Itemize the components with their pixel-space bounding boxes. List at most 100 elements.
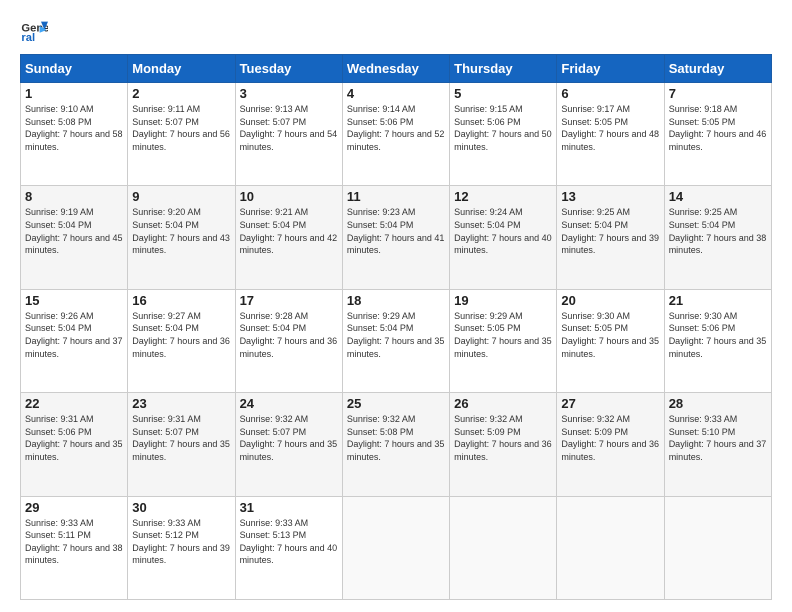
day-number: 21 [669,293,767,308]
calendar-cell [450,496,557,599]
cell-content: Sunrise: 9:26 AMSunset: 5:04 PMDaylight:… [25,310,123,360]
cell-content: Sunrise: 9:21 AMSunset: 5:04 PMDaylight:… [240,206,338,256]
calendar-cell: 29 Sunrise: 9:33 AMSunset: 5:11 PMDayligh… [21,496,128,599]
day-number: 24 [240,396,338,411]
day-number: 18 [347,293,445,308]
weekday-header: Friday [557,55,664,83]
cell-content: Sunrise: 9:32 AMSunset: 5:08 PMDaylight:… [347,413,445,463]
calendar-cell: 11 Sunrise: 9:23 AMSunset: 5:04 PMDayligh… [342,186,449,289]
calendar-cell [557,496,664,599]
day-number: 5 [454,86,552,101]
cell-content: Sunrise: 9:27 AMSunset: 5:04 PMDaylight:… [132,310,230,360]
cell-content: Sunrise: 9:32 AMSunset: 5:09 PMDaylight:… [454,413,552,463]
calendar-cell: 14 Sunrise: 9:25 AMSunset: 5:04 PMDayligh… [664,186,771,289]
day-number: 26 [454,396,552,411]
cell-content: Sunrise: 9:19 AMSunset: 5:04 PMDaylight:… [25,206,123,256]
calendar-cell: 12Sunrise: 9:24 AMSunset: 5:04 PMDayligh… [450,186,557,289]
logo-icon: Gene ral [20,16,48,44]
day-number: 14 [669,189,767,204]
calendar-week-row: 15 Sunrise: 9:26 AMSunset: 5:04 PMDayligh… [21,289,772,392]
day-number: 7 [669,86,767,101]
day-number: 22 [25,396,123,411]
calendar-week-row: 22 Sunrise: 9:31 AMSunset: 5:06 PMDayligh… [21,393,772,496]
day-number: 19 [454,293,552,308]
day-number: 28 [669,396,767,411]
cell-content: Sunrise: 9:32 AMSunset: 5:07 PMDaylight:… [240,413,338,463]
cell-content: Sunrise: 9:30 AMSunset: 5:06 PMDaylight:… [669,310,767,360]
cell-content: Sunrise: 9:25 AMSunset: 5:04 PMDaylight:… [561,206,659,256]
calendar-cell: 19 Sunrise: 9:29 AMSunset: 5:05 PMDayligh… [450,289,557,392]
day-number: 1 [25,86,123,101]
weekday-header: Wednesday [342,55,449,83]
calendar-cell: 13Sunrise: 9:25 AMSunset: 5:04 PMDayligh… [557,186,664,289]
cell-content: Sunrise: 9:15 AMSunset: 5:06 PMDaylight:… [454,103,552,153]
calendar-cell: 30Sunrise: 9:33 AMSunset: 5:12 PMDayligh… [128,496,235,599]
cell-content: Sunrise: 9:29 AMSunset: 5:05 PMDaylight:… [454,310,552,360]
cell-content: Sunrise: 9:33 AMSunset: 5:10 PMDaylight:… [669,413,767,463]
calendar-week-row: 29 Sunrise: 9:33 AMSunset: 5:11 PMDayligh… [21,496,772,599]
cell-content: Sunrise: 9:20 AMSunset: 5:04 PMDaylight:… [132,206,230,256]
day-number: 30 [132,500,230,515]
weekday-header: Sunday [21,55,128,83]
cell-content: Sunrise: 9:13 AMSunset: 5:07 PMDaylight:… [240,103,338,153]
calendar-body: 1 Sunrise: 9:10 AMSunset: 5:08 PMDaylight… [21,83,772,600]
svg-text:ral: ral [21,32,35,44]
cell-content: Sunrise: 9:30 AMSunset: 5:05 PMDaylight:… [561,310,659,360]
cell-content: Sunrise: 9:33 AMSunset: 5:11 PMDaylight:… [25,517,123,567]
calendar-cell: 31 Sunrise: 9:33 AMSunset: 5:13 PMDayligh… [235,496,342,599]
calendar-cell: 7 Sunrise: 9:18 AMSunset: 5:05 PMDaylight… [664,83,771,186]
calendar-cell: 23 Sunrise: 9:31 AMSunset: 5:07 PMDayligh… [128,393,235,496]
day-number: 3 [240,86,338,101]
day-number: 23 [132,396,230,411]
calendar-cell [664,496,771,599]
day-number: 9 [132,189,230,204]
cell-content: Sunrise: 9:24 AMSunset: 5:04 PMDaylight:… [454,206,552,256]
page: Gene ral SundayMondayTuesdayWednesdayThu… [0,0,792,612]
cell-content: Sunrise: 9:28 AMSunset: 5:04 PMDaylight:… [240,310,338,360]
day-number: 10 [240,189,338,204]
day-number: 20 [561,293,659,308]
day-number: 6 [561,86,659,101]
calendar-cell: 22 Sunrise: 9:31 AMSunset: 5:06 PMDayligh… [21,393,128,496]
calendar-cell: 24 Sunrise: 9:32 AMSunset: 5:07 PMDayligh… [235,393,342,496]
calendar-week-row: 1 Sunrise: 9:10 AMSunset: 5:08 PMDaylight… [21,83,772,186]
calendar-cell: 9 Sunrise: 9:20 AMSunset: 5:04 PMDaylight… [128,186,235,289]
day-number: 4 [347,86,445,101]
day-number: 2 [132,86,230,101]
calendar-cell: 16Sunrise: 9:27 AMSunset: 5:04 PMDayligh… [128,289,235,392]
calendar-cell: 3 Sunrise: 9:13 AMSunset: 5:07 PMDaylight… [235,83,342,186]
calendar-cell: 28 Sunrise: 9:33 AMSunset: 5:10 PMDayligh… [664,393,771,496]
cell-content: Sunrise: 9:31 AMSunset: 5:07 PMDaylight:… [132,413,230,463]
cell-content: Sunrise: 9:25 AMSunset: 5:04 PMDaylight:… [669,206,767,256]
calendar-cell: 25 Sunrise: 9:32 AMSunset: 5:08 PMDayligh… [342,393,449,496]
calendar-cell: 17Sunrise: 9:28 AMSunset: 5:04 PMDayligh… [235,289,342,392]
cell-content: Sunrise: 9:23 AMSunset: 5:04 PMDaylight:… [347,206,445,256]
weekday-header: Saturday [664,55,771,83]
weekday-header: Thursday [450,55,557,83]
calendar-cell: 21 Sunrise: 9:30 AMSunset: 5:06 PMDayligh… [664,289,771,392]
calendar-cell: 18Sunrise: 9:29 AMSunset: 5:04 PMDayligh… [342,289,449,392]
cell-content: Sunrise: 9:33 AMSunset: 5:13 PMDaylight:… [240,517,338,567]
calendar-cell: 5 Sunrise: 9:15 AMSunset: 5:06 PMDaylight… [450,83,557,186]
cell-content: Sunrise: 9:11 AMSunset: 5:07 PMDaylight:… [132,103,230,153]
cell-content: Sunrise: 9:32 AMSunset: 5:09 PMDaylight:… [561,413,659,463]
cell-content: Sunrise: 9:17 AMSunset: 5:05 PMDaylight:… [561,103,659,153]
day-number: 25 [347,396,445,411]
calendar-cell: 27 Sunrise: 9:32 AMSunset: 5:09 PMDayligh… [557,393,664,496]
calendar-cell: 15 Sunrise: 9:26 AMSunset: 5:04 PMDayligh… [21,289,128,392]
cell-content: Sunrise: 9:10 AMSunset: 5:08 PMDaylight:… [25,103,123,153]
day-number: 27 [561,396,659,411]
calendar-table: SundayMondayTuesdayWednesdayThursdayFrid… [20,54,772,600]
calendar-cell: 1 Sunrise: 9:10 AMSunset: 5:08 PMDaylight… [21,83,128,186]
calendar-cell [342,496,449,599]
cell-content: Sunrise: 9:14 AMSunset: 5:06 PMDaylight:… [347,103,445,153]
calendar-cell: 26 Sunrise: 9:32 AMSunset: 5:09 PMDayligh… [450,393,557,496]
day-number: 15 [25,293,123,308]
day-number: 29 [25,500,123,515]
day-number: 31 [240,500,338,515]
cell-content: Sunrise: 9:18 AMSunset: 5:05 PMDaylight:… [669,103,767,153]
logo: Gene ral [20,16,52,44]
day-number: 11 [347,189,445,204]
calendar-cell: 6 Sunrise: 9:17 AMSunset: 5:05 PMDaylight… [557,83,664,186]
cell-content: Sunrise: 9:31 AMSunset: 5:06 PMDaylight:… [25,413,123,463]
